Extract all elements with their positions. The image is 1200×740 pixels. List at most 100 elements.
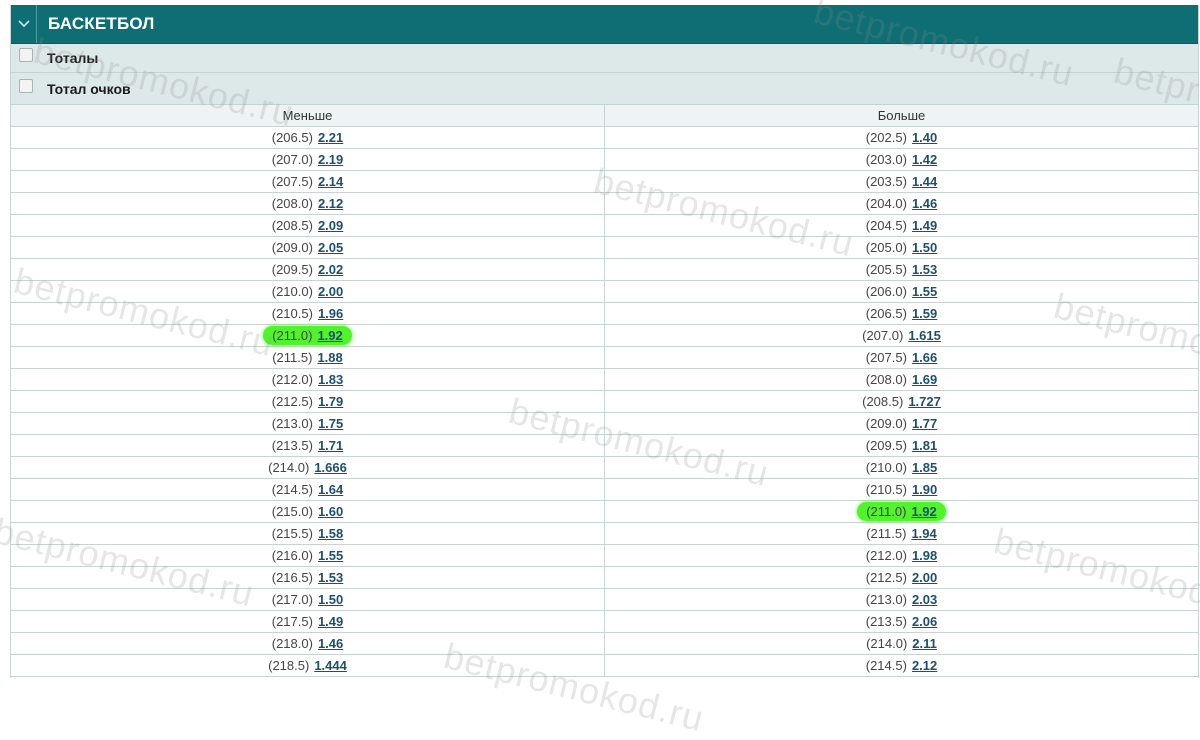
under-odd-link[interactable]: 2.21 [318,130,343,145]
over-bet-wrap: (213.5) 2.06 [866,614,938,629]
market-row-totals[interactable]: Тоталы [11,44,1198,73]
odds-table-header: Меньше Больше [11,105,1198,127]
table-row: (207.5) 2.14 (203.5) 1.44 [11,170,1198,193]
under-odd-link[interactable]: 1.96 [318,306,343,321]
over-total-line: (212.5) [865,570,907,585]
over-odd-link[interactable]: 1.69 [912,372,937,387]
over-odd-link[interactable]: 2.12 [912,658,937,673]
table-row: (218.0) 1.46 (214.0) 2.11 [11,632,1198,655]
over-odd-link[interactable]: 1.42 [912,152,937,167]
over-odd-link[interactable]: 1.615 [908,328,941,343]
over-odd-link[interactable]: 1.81 [912,438,937,453]
table-row: (215.0) 1.60 (211.0) 1.92 [11,500,1198,523]
under-odd-link[interactable]: 1.92 [317,328,342,343]
over-total-line: (208.0) [865,372,907,387]
table-row: (217.5) 1.49 (213.5) 2.06 [11,610,1198,633]
under-odd-link[interactable]: 1.75 [318,416,343,431]
over-bet-wrap: (208.0) 1.69 [866,372,938,387]
under-cell: (214.5) 1.64 [11,478,605,501]
under-odd-link[interactable]: 1.58 [318,526,343,541]
under-cell: (217.5) 1.49 [11,610,605,633]
over-bet-wrap: (206.5) 1.59 [866,306,938,321]
over-odd-link[interactable]: 2.00 [912,570,937,585]
over-odd-link[interactable]: 2.06 [912,614,937,629]
table-row: (212.0) 1.83 (208.0) 1.69 [11,368,1198,391]
under-total-line: (208.0) [271,196,313,211]
over-odd-link[interactable]: 1.50 [912,240,937,255]
column-header-under: Меньше [11,105,605,127]
over-odd-link[interactable]: 1.77 [912,416,937,431]
table-row: (212.5) 1.79 (208.5) 1.727 [11,390,1198,413]
table-row: (211.0) 1.92 (207.0) 1.615 [11,324,1198,347]
over-bet-wrap: (202.5) 1.40 [866,130,938,145]
under-cell: (214.0) 1.666 [11,456,605,479]
over-cell: (208.0) 1.69 [604,368,1198,391]
under-total-line: (207.5) [271,174,313,189]
over-odd-link[interactable]: 1.44 [912,174,937,189]
table-row: (211.5) 1.88 (207.5) 1.66 [11,346,1198,369]
over-bet-wrap: (208.5) 1.727 [862,394,941,409]
under-cell: (211.5) 1.88 [11,346,605,369]
under-odd-link[interactable]: 1.46 [318,636,343,651]
under-odd-link[interactable]: 1.53 [318,570,343,585]
under-cell: (216.0) 1.55 [11,544,605,567]
under-total-line: (209.0) [271,240,313,255]
under-total-line: (211.5) [272,350,313,365]
under-odd-link[interactable]: 2.19 [318,152,343,167]
under-bet-wrap: (216.5) 1.53 [272,570,344,585]
over-total-line: (208.5) [862,394,904,409]
under-odd-link[interactable]: 1.55 [318,548,343,563]
chevron-down-icon[interactable] [11,5,37,43]
under-odd-link[interactable]: 2.05 [318,240,343,255]
over-odd-link[interactable]: 1.53 [912,262,937,277]
over-cell: (203.5) 1.44 [604,170,1198,193]
under-odd-link[interactable]: 1.666 [314,460,347,475]
over-odd-link[interactable]: 1.49 [912,218,937,233]
over-odd-link[interactable]: 1.727 [908,394,941,409]
market-label: Тоталы [47,50,99,66]
under-odd-link[interactable]: 2.09 [318,218,343,233]
under-odd-link[interactable]: 2.12 [318,196,343,211]
under-cell: (213.0) 1.75 [11,412,605,435]
over-total-line: (214.0) [866,636,908,651]
sport-header[interactable]: БАСКЕТБОЛ [11,5,1198,44]
under-odd-link[interactable]: 1.88 [317,350,342,365]
under-odd-link[interactable]: 1.64 [318,482,343,497]
under-total-line: (217.0) [271,592,313,607]
under-odd-link[interactable]: 1.79 [318,394,343,409]
over-bet-wrap: (210.5) 1.90 [866,482,938,497]
over-odd-link[interactable]: 1.66 [912,350,937,365]
over-total-line: (204.5) [865,218,907,233]
under-odd-link[interactable]: 2.00 [318,284,343,299]
over-odd-link[interactable]: 1.55 [912,284,937,299]
under-cell: (209.0) 2.05 [11,236,605,259]
totals-checkbox[interactable] [19,48,33,62]
over-odd-link[interactable]: 1.40 [912,130,937,145]
total-points-checkbox[interactable] [19,78,33,93]
over-cell: (209.0) 1.77 [604,412,1198,435]
over-odd-link[interactable]: 1.46 [912,196,937,211]
market-row-total-points[interactable]: Тотал очков [11,73,1198,105]
over-total-line: (206.5) [865,306,907,321]
over-odd-link[interactable]: 1.94 [911,526,936,541]
over-odd-link[interactable]: 1.90 [912,482,937,497]
under-cell: (212.5) 1.79 [11,390,605,413]
over-odd-link[interactable]: 2.11 [912,636,937,651]
over-odd-link[interactable]: 2.03 [912,592,937,607]
under-odd-link[interactable]: 1.83 [318,372,343,387]
over-total-line: (211.5) [866,526,907,541]
under-odd-link[interactable]: 1.60 [318,504,343,519]
over-odd-link[interactable]: 1.59 [912,306,937,321]
over-odd-link[interactable]: 1.98 [912,548,937,563]
over-odd-link[interactable]: 1.92 [911,504,936,519]
under-odd-link[interactable]: 2.14 [318,174,343,189]
under-odd-link[interactable]: 1.444 [314,658,347,673]
under-odd-link[interactable]: 1.49 [318,614,343,629]
under-odd-link[interactable]: 1.71 [318,438,343,453]
under-odd-link[interactable]: 1.50 [318,592,343,607]
under-odd-link[interactable]: 2.02 [318,262,343,277]
over-odd-link[interactable]: 1.85 [912,460,937,475]
under-cell: (218.5) 1.444 [11,654,605,677]
under-cell: (211.0) 1.92 [11,324,605,347]
under-bet-wrap: (209.5) 2.02 [272,262,344,277]
